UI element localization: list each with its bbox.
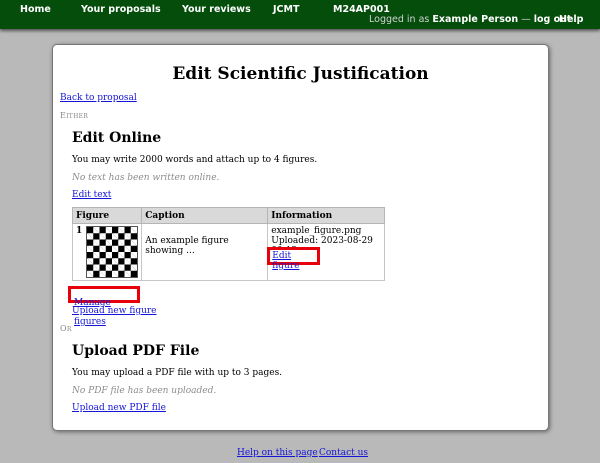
pdf-status-text: No PDF file has been uploaded. [72, 386, 217, 396]
figure-thumbnail[interactable] [86, 226, 139, 278]
contact-us-link[interactable]: Contact us [319, 448, 368, 458]
table-row: 1 An example figure showing ... example_… [71, 223, 385, 281]
caption-column-header: Caption [141, 207, 269, 224]
table-header-row: Figure Caption Information [71, 207, 385, 224]
main-panel: Edit Scientific Justification Back to pr… [52, 44, 549, 431]
either-label: Either [60, 111, 89, 120]
page-title: Edit Scientific Justification [172, 64, 429, 84]
edit-figure-highlight: Edit figure [267, 247, 321, 271]
top-nav-bar: Home Your proposals Your reviews JCMT M2… [0, 0, 600, 29]
nav-reviews-link[interactable]: Your reviews [182, 4, 251, 15]
nav-help-link[interactable]: Help [559, 14, 583, 25]
information-column-header: Information [267, 207, 385, 224]
upload-pdf-link[interactable]: Upload new PDF file [72, 403, 166, 413]
upload-pdf-heading: Upload PDF File [72, 343, 200, 359]
figure-filename: example_figure.png [271, 226, 362, 236]
online-limits-text: You may write 2000 words and attach up t… [72, 155, 318, 165]
edit-figure-link[interactable]: Edit figure [272, 251, 299, 271]
figure-caption: An example figure showing ... [145, 236, 229, 256]
login-status: Logged in as Example Person — log out [369, 14, 571, 25]
information-cell: example_figure.png Uploaded: 2023-08-29 … [267, 223, 385, 281]
help-on-page-link[interactable]: Help on this page [237, 448, 318, 458]
edit-online-heading: Edit Online [72, 130, 162, 146]
or-label: Or [60, 324, 72, 333]
manage-figures-highlight: Manage figures [68, 286, 140, 327]
nav-facility-link[interactable]: JCMT [273, 4, 299, 15]
figures-table: Figure Caption Information 1 An example … [71, 207, 385, 281]
figure-number: 1 [76, 226, 83, 236]
logged-in-label: Logged in as [369, 14, 430, 25]
figure-cell: 1 [71, 223, 143, 281]
back-to-proposal-link[interactable]: Back to proposal [60, 93, 137, 103]
figure-column-header: Figure [71, 207, 143, 224]
login-separator: — [521, 14, 531, 25]
edit-text-link[interactable]: Edit text [72, 190, 111, 200]
upload-new-figure-link[interactable]: Upload new figure [72, 306, 157, 316]
pdf-limits-text: You may upload a PDF file with up to 3 p… [72, 368, 283, 378]
user-name: Example Person [432, 14, 519, 25]
caption-cell: An example figure showing ... [141, 223, 269, 281]
online-status-text: No text has been written online. [72, 173, 220, 183]
nav-proposals-link[interactable]: Your proposals [81, 4, 161, 15]
nav-home-link[interactable]: Home [20, 4, 51, 15]
